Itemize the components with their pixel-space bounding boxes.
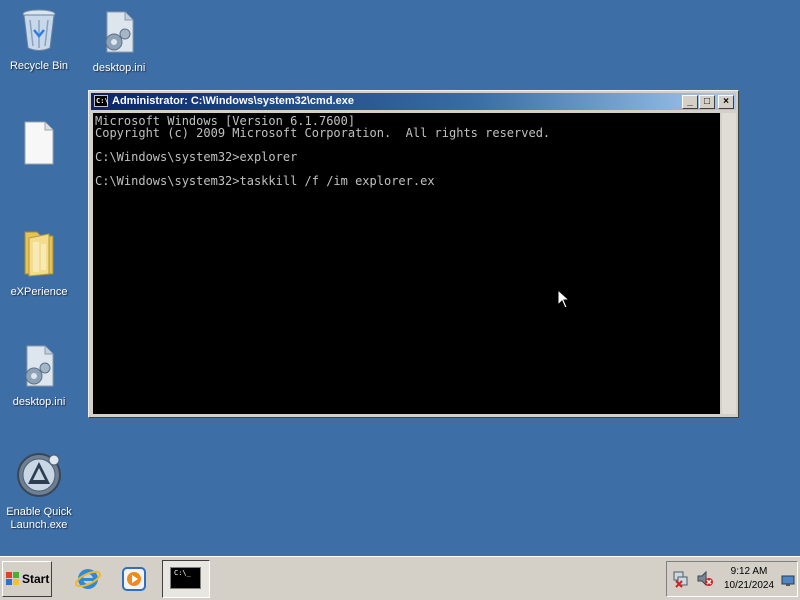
clock[interactable]: 9:12 AM 10/21/2024 xyxy=(719,565,779,593)
desktop-icon-label: desktop.ini xyxy=(12,396,66,408)
console-line: Copyright (c) 2009 Microsoft Corporation… xyxy=(95,126,551,140)
recycle-bin-icon xyxy=(0,8,78,56)
cmd-icon: C:\_ xyxy=(170,567,201,589)
settings-file-icon xyxy=(0,344,78,392)
desktop-icon-enable-quick-launch[interactable]: Enable Quick Launch.exe xyxy=(0,452,78,532)
system-tray: 9:12 AM 10/21/2024 xyxy=(666,561,798,597)
mouse-cursor-icon xyxy=(557,288,571,314)
desktop-icon-desktop-ini[interactable]: desktop.ini xyxy=(80,10,158,75)
start-label: Start xyxy=(22,572,50,586)
console-output[interactable]: Microsoft Windows [Version 6.1.7600] Copy… xyxy=(93,113,720,414)
desktop-icon-label: desktop.ini xyxy=(92,62,146,74)
windows-logo-icon xyxy=(6,572,20,589)
console-line: C:\Windows\system32>taskkill /f /im expl… xyxy=(95,174,435,188)
close-button[interactable]: × xyxy=(718,95,734,109)
app-launcher-icon xyxy=(0,452,78,502)
settings-file-icon xyxy=(80,10,158,58)
desktop-icon-recycle-bin[interactable]: Recycle Bin xyxy=(0,8,78,73)
start-button[interactable]: Start xyxy=(2,561,52,597)
clock-date: 10/21/2024 xyxy=(723,580,775,591)
blank-file-icon xyxy=(0,120,78,170)
media-player-icon[interactable] xyxy=(120,565,148,598)
network-disconnected-icon[interactable] xyxy=(673,570,689,593)
title-bar[interactable]: C:\ Administrator: C:\Windows\system32\c… xyxy=(91,93,736,110)
console-line: C:\Windows\system32>explorer xyxy=(95,150,298,164)
folder-icon xyxy=(0,228,78,282)
desktop-icon-blank-file[interactable] xyxy=(0,120,78,174)
desktop-icon-desktop-ini-2[interactable]: desktop.ini xyxy=(0,344,78,409)
display-icon[interactable] xyxy=(781,574,795,592)
desktop-icon-label: Recycle Bin xyxy=(9,60,69,72)
scrollbar[interactable] xyxy=(722,113,736,414)
desktop-icon-experience[interactable]: eXPerience xyxy=(0,228,78,299)
cmd-window[interactable]: C:\ Administrator: C:\Windows\system32\c… xyxy=(88,90,739,418)
desktop-icon-label: Enable Quick Launch.exe xyxy=(6,506,72,531)
cmd-icon[interactable]: C:\ xyxy=(94,95,109,107)
clock-time: 9:12 AM xyxy=(730,566,768,577)
window-title: Administrator: C:\Windows\system32\cmd.e… xyxy=(112,95,354,107)
taskbar-item-cmd[interactable]: C:\_ xyxy=(162,560,210,598)
minimize-button[interactable]: _ xyxy=(682,95,698,109)
taskbar: Start C:\_ 9:12 AM 10/21/2024 xyxy=(0,556,800,600)
desktop: Recycle Bin desktop.ini eXPerience deskt… xyxy=(0,0,800,556)
desktop-icon-label: eXPerience xyxy=(10,286,68,298)
internet-explorer-icon[interactable] xyxy=(74,565,102,598)
volume-muted-icon[interactable] xyxy=(697,570,713,593)
maximize-button[interactable]: □ xyxy=(699,95,715,109)
